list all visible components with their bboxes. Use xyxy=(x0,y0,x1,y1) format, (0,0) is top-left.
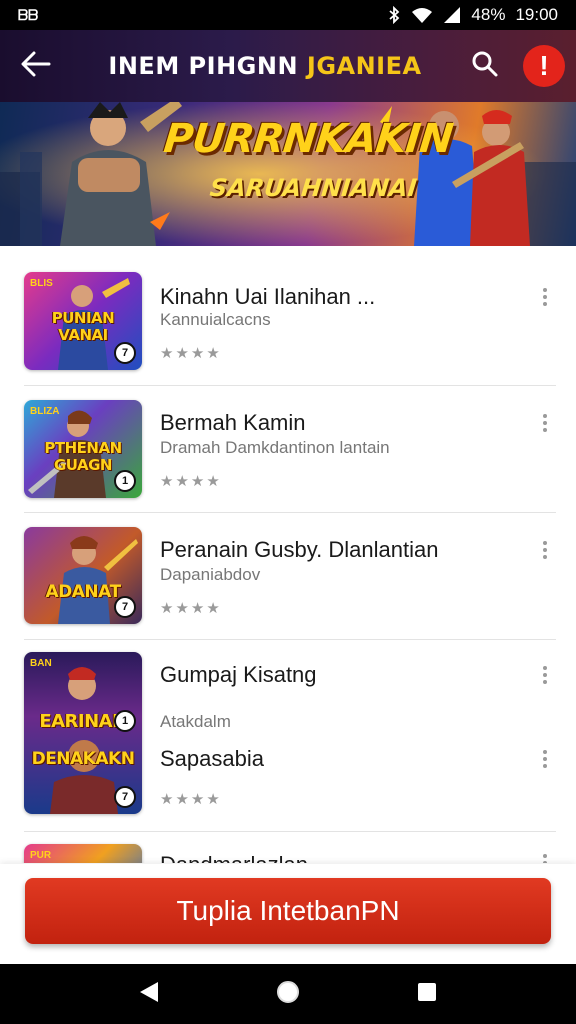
list-item[interactable]: ADANAT 7 Peranain Gusby. Dlanlantian Dap… xyxy=(24,513,556,640)
back-button[interactable] xyxy=(0,30,72,102)
back-triangle-icon xyxy=(138,980,160,1009)
signal-icon xyxy=(443,6,461,24)
status-bar: ᗷᗷ 48% 19:00 xyxy=(0,0,576,30)
game-title: Dandmarlazlan xyxy=(160,852,308,863)
thumbnail-title: PUNIAN VANAI xyxy=(51,309,115,344)
more-options-icon[interactable] xyxy=(540,666,550,684)
cta-container: Tuplia IntetbanPN xyxy=(0,864,576,964)
game-title: Bermah Kamin xyxy=(160,410,306,435)
featured-banner[interactable]: PURRNKAKIN SARUAHNIANAI xyxy=(0,102,576,246)
game-subtitle: Kannuialcacns xyxy=(160,310,271,329)
game-title: Peranain Gusby. Dlanlantian xyxy=(160,537,439,562)
game-thumbnail: EARINAN DENAKAKN 1 7 BAN xyxy=(24,652,142,814)
thumbnail-badge-2: 7 xyxy=(114,786,136,808)
alert-button-wrap[interactable]: ! xyxy=(512,30,576,102)
thumbnail-badge: 7 xyxy=(114,342,136,364)
thumbnail-title: PTHENAN GUAGN xyxy=(44,439,122,474)
app-bar: INEM PIHGNN JGANIEA ! xyxy=(0,30,576,102)
status-notification-text: ᗷᗷ xyxy=(18,6,39,23)
nav-home-button[interactable] xyxy=(268,974,308,1014)
star-rating: ★★★★ xyxy=(160,345,222,362)
home-circle-icon xyxy=(275,979,301,1010)
game-title: Kinahn Uai Ilanihan ... xyxy=(160,284,376,309)
thumbnail-badge: 1 xyxy=(114,710,136,732)
wifi-icon xyxy=(411,6,433,24)
primary-cta-button[interactable]: Tuplia IntetbanPN xyxy=(25,878,551,944)
search-button[interactable] xyxy=(458,30,512,102)
status-icons: 48% 19:00 xyxy=(387,5,558,25)
clock-text: 19:00 xyxy=(515,5,558,24)
game-subtitle: Dapaniabdov xyxy=(160,565,261,584)
more-options-icon[interactable] xyxy=(540,414,550,432)
banner-subtitle: SARUAHNIANAI xyxy=(208,174,419,202)
list-item[interactable]: EARINAN DENAKAKN 1 7 BAN Gumpaj Kisatng … xyxy=(24,640,556,832)
battery-text: 48% xyxy=(471,5,506,24)
list-item[interactable]: PUR Dandmarlazlan xyxy=(24,832,556,863)
app-title: INEM PIHGNN JGANIEA xyxy=(72,52,458,80)
thumbnail-title-2: DENAKAKN xyxy=(31,749,135,769)
banner-title: PURRNKAKIN xyxy=(161,116,455,162)
list-item[interactable]: PTHENAN GUAGN 1 BLIZA Bermah Kamin Drama… xyxy=(24,386,556,513)
list-item[interactable]: PUNIAN VANAI 7 BLIS Kinahn Uai Ilanihan … xyxy=(24,258,556,386)
game-subtitle: Dramah Damkdantinon lantain xyxy=(160,438,390,457)
game-thumbnail: PTHENAN GUAGN 1 BLIZA xyxy=(24,400,142,498)
game-subtitle: Atakdalm xyxy=(160,712,231,731)
star-rating: ★★★★ xyxy=(160,791,222,808)
game-thumbnail: ADANAT 7 xyxy=(24,527,142,624)
nav-recents-button[interactable] xyxy=(407,974,447,1014)
nav-back-button[interactable] xyxy=(129,974,169,1014)
more-options-icon[interactable] xyxy=(540,541,550,559)
search-icon xyxy=(471,50,499,83)
star-rating: ★★★★ xyxy=(160,473,222,490)
thumbnail-tag: BLIS xyxy=(30,278,53,289)
more-options-icon-2[interactable] xyxy=(540,750,550,768)
game-list: PUNIAN VANAI 7 BLIS Kinahn Uai Ilanihan … xyxy=(0,258,576,863)
back-arrow-icon xyxy=(21,51,51,82)
more-options-icon[interactable] xyxy=(540,854,550,863)
recents-square-icon xyxy=(416,981,438,1008)
app-title-part1: INEM PIHGNN xyxy=(108,52,299,80)
alert-icon: ! xyxy=(539,50,549,81)
alert-button[interactable]: ! xyxy=(523,45,565,87)
game-extra-label: Sapasabia xyxy=(160,746,264,771)
app-title-part2: JGANIEA xyxy=(306,52,422,80)
game-thumbnail: PUR xyxy=(24,844,142,863)
more-options-icon[interactable] xyxy=(540,288,550,306)
system-nav-bar xyxy=(0,964,576,1024)
thumbnail-badge: 7 xyxy=(114,596,136,618)
thumbnail-badge: 1 xyxy=(114,470,136,492)
thumbnail-tag: BAN xyxy=(30,658,52,669)
game-thumbnail: PUNIAN VANAI 7 BLIS xyxy=(24,272,142,370)
thumbnail-tag: PUR xyxy=(30,850,52,861)
bluetooth-icon xyxy=(387,6,401,24)
game-title: Gumpaj Kisatng xyxy=(160,662,317,687)
thumbnail-tag: BLIZA xyxy=(30,406,60,417)
star-rating: ★★★★ xyxy=(160,600,222,617)
